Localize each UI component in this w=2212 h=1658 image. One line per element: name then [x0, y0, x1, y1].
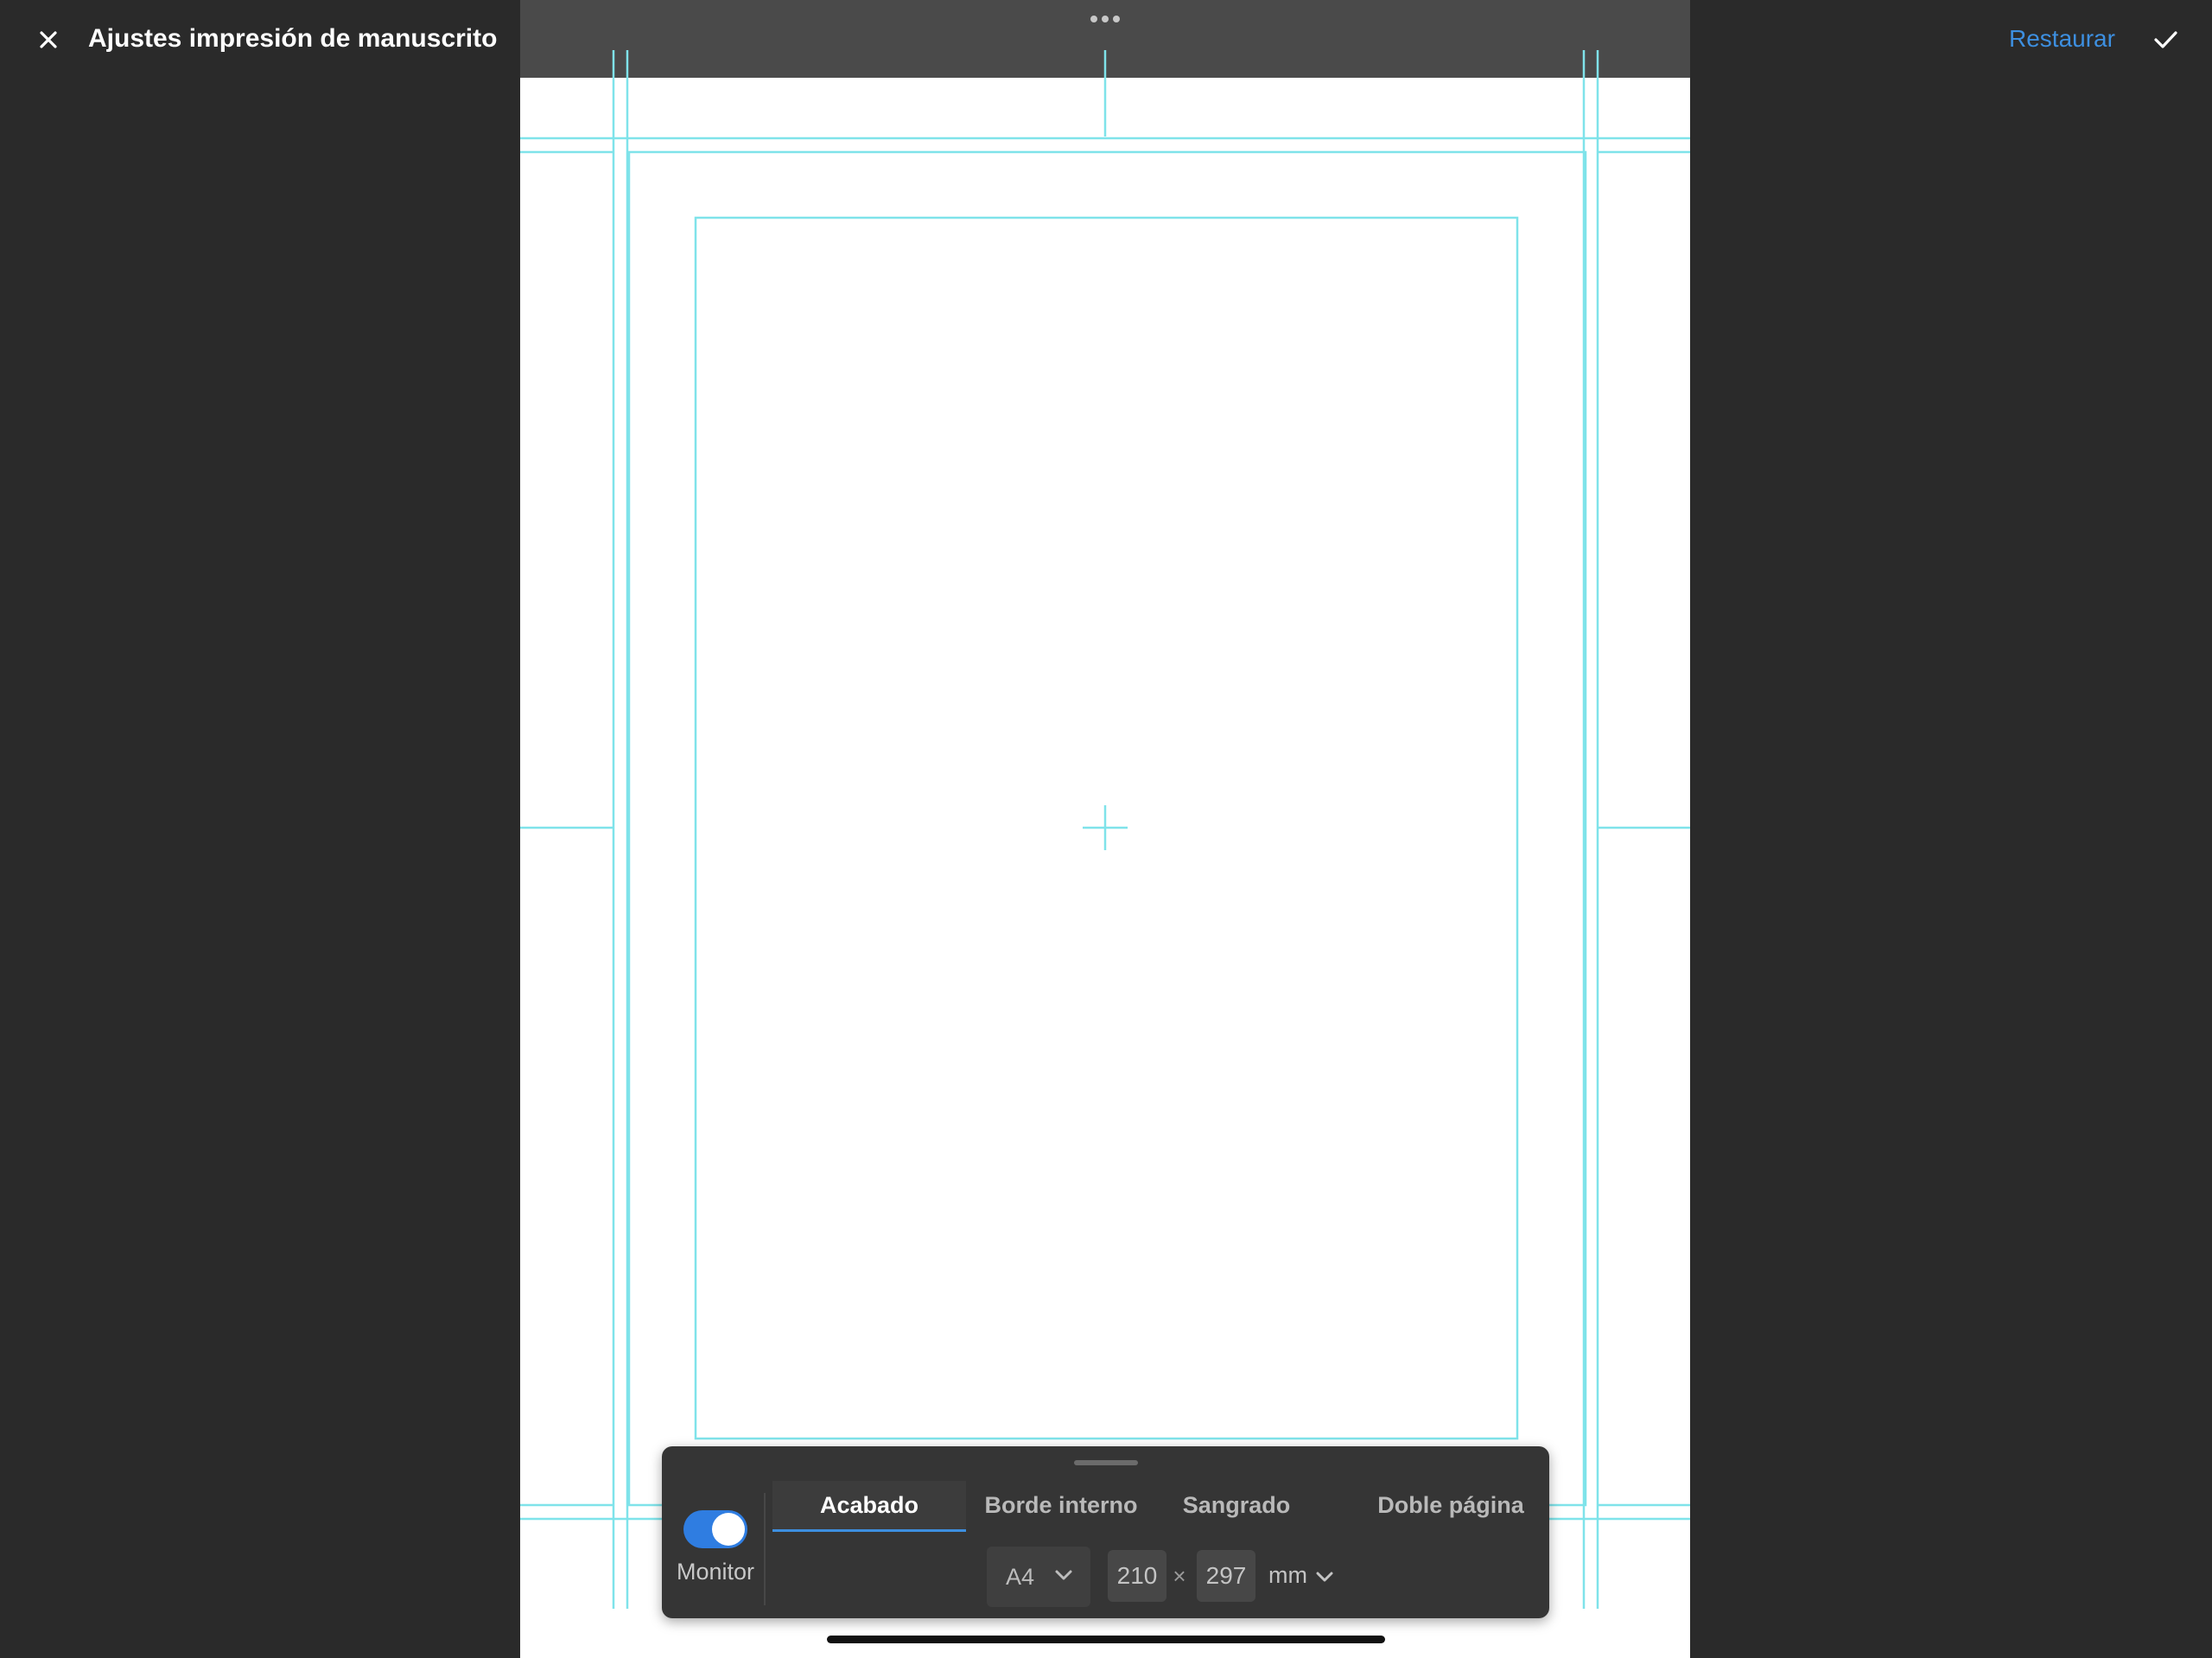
height-input[interactable]: 297 — [1197, 1550, 1255, 1602]
close-button[interactable] — [31, 22, 66, 57]
tab-doble-pagina[interactable]: Doble página — [1369, 1481, 1533, 1529]
paper-size-value: A4 — [1006, 1564, 1035, 1590]
tab-borde-interno[interactable]: Borde interno — [973, 1481, 1149, 1529]
panel-divider — [764, 1493, 766, 1605]
dimension-separator: × — [1173, 1563, 1186, 1589]
unit-value: mm — [1268, 1562, 1307, 1588]
chevron-down-icon — [1055, 1570, 1072, 1580]
home-indicator[interactable] — [827, 1636, 1385, 1643]
print-settings-panel: Monitor Acabado Borde interno Sangrado D… — [662, 1446, 1549, 1618]
restore-button[interactable]: Restaurar — [2009, 21, 2115, 57]
panel-drag-handle[interactable] — [1074, 1460, 1138, 1465]
confirm-button[interactable] — [2146, 21, 2184, 59]
toggle-knob — [712, 1513, 745, 1546]
tab-acabado[interactable]: Acabado — [772, 1481, 966, 1532]
chevron-down-icon — [1316, 1572, 1333, 1582]
page-canvas[interactable] — [520, 0, 1690, 1658]
monitor-toggle[interactable] — [683, 1510, 747, 1548]
print-guides — [520, 50, 1690, 1609]
checkmark-icon — [2154, 31, 2177, 48]
paper-size-select[interactable]: A4 — [987, 1547, 1090, 1607]
close-icon — [40, 31, 57, 48]
unit-select[interactable]: mm — [1265, 1550, 1341, 1602]
tab-sangrado[interactable]: Sangrado — [1163, 1481, 1310, 1529]
monitor-label: Monitor — [676, 1559, 755, 1585]
page-title: Ajustes impresión de manuscrito — [88, 24, 498, 53]
width-input[interactable]: 210 — [1108, 1550, 1166, 1602]
